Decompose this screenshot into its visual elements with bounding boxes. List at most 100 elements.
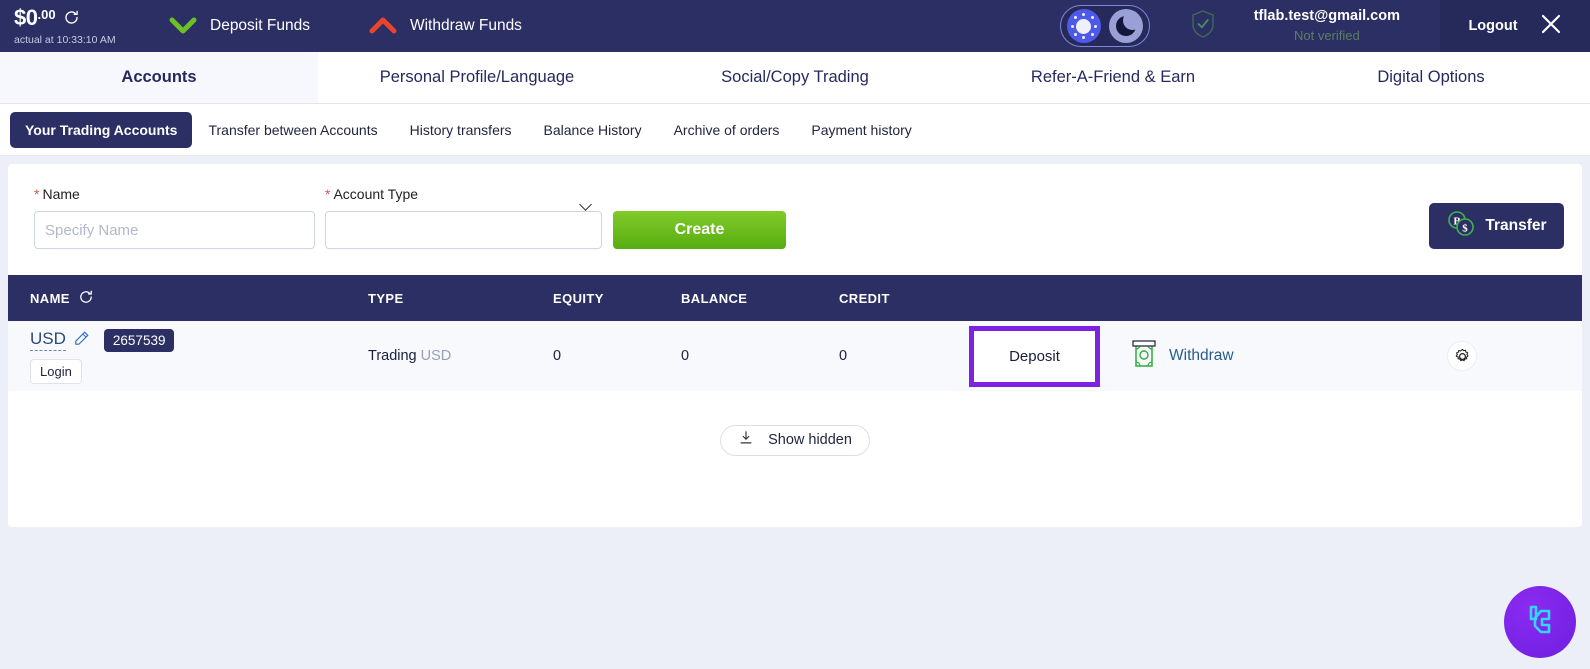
nav-item-digital-options[interactable]: Digital Options <box>1272 52 1590 103</box>
create-account-form: *Name *Account Type Create B <box>8 164 1582 275</box>
nav-label: Refer-A-Friend & Earn <box>1030 68 1196 86</box>
tab-label: Balance History <box>543 121 642 138</box>
chat-logo-icon <box>1520 600 1560 645</box>
row-deposit-cell: Deposit <box>969 325 1129 387</box>
balance-timestamp: actual at 10:33:10 AM <box>14 33 116 46</box>
withdraw-button[interactable]: Withdraw <box>1129 337 1369 375</box>
row-type-cell: Trading USD <box>368 348 553 364</box>
account-type-label: * Account Type <box>325 186 419 202</box>
account-type-select[interactable] <box>325 211 602 249</box>
column-header-name: NAME <box>8 289 368 308</box>
nav-item-personal-profile[interactable]: Personal Profile/Language <box>318 52 636 103</box>
nav-item-accounts[interactable]: Accounts <box>0 52 318 103</box>
tab-history-transfers[interactable]: History transfers <box>394 112 528 148</box>
tab-payment-history[interactable]: Payment history <box>795 112 927 148</box>
nav-item-social-copy-trading[interactable]: Social/Copy Trading <box>636 52 954 103</box>
row-name-cell: USD 2657539 Login <box>8 328 368 384</box>
account-info[interactable]: tflab.test@gmail.com Not verified <box>1254 7 1400 44</box>
login-button[interactable]: Login <box>30 358 82 384</box>
deposit-funds-label: Deposit Funds <box>210 17 310 34</box>
banknote-icon <box>1129 337 1159 375</box>
balance-block: $0 .00 actual at 10:33:10 AM <box>0 4 140 46</box>
theme-light-option[interactable] <box>1063 8 1105 44</box>
tab-balance-history[interactable]: Balance History <box>528 112 658 148</box>
row-credit-cell: 0 <box>839 348 848 364</box>
download-tray-icon <box>738 430 754 450</box>
row-settings-cell <box>1369 341 1549 371</box>
withdraw-label: Withdraw <box>1169 347 1234 364</box>
nav-label: Digital Options <box>1377 68 1485 86</box>
column-label: NAME <box>30 290 70 306</box>
logout-button[interactable]: Logout <box>1440 0 1590 52</box>
refresh-icon[interactable] <box>78 289 94 308</box>
verification-status: Not verified <box>1293 28 1360 43</box>
top-header-bar: $0 .00 actual at 10:33:10 AM Deposit Fun… <box>0 0 1590 52</box>
gear-icon[interactable] <box>1447 341 1477 371</box>
deposit-highlight-box: Deposit <box>969 325 1100 387</box>
deposit-button[interactable]: Deposit <box>1009 348 1060 365</box>
chevron-down-green-icon <box>168 17 198 35</box>
page-content: *Name *Account Type Create B <box>0 156 1590 527</box>
nav-label: Social/Copy Trading <box>721 68 869 86</box>
bitcoin-dollar-coins-icon: B $ <box>1446 210 1476 243</box>
column-header-credit: CREDIT <box>839 290 890 306</box>
chat-widget-button[interactable] <box>1504 586 1576 658</box>
required-marker: * <box>34 186 40 202</box>
tab-label: Archive of orders <box>673 121 780 138</box>
nav-item-refer-a-friend[interactable]: Refer-A-Friend & Earn <box>954 52 1272 103</box>
accounts-card: *Name *Account Type Create B <box>8 164 1582 527</box>
column-header-balance: BALANCE <box>681 290 748 306</box>
transfer-button-label: Transfer <box>1485 217 1547 234</box>
column-header-type: TYPE <box>368 290 404 306</box>
account-email: tflab.test@gmail.com <box>1253 8 1400 25</box>
account-type-value: Trading <box>368 348 417 364</box>
column-header-equity: EQUITY <box>553 290 604 306</box>
edit-pencil-icon[interactable] <box>74 330 90 350</box>
moon-icon <box>1108 9 1143 43</box>
tab-archive-of-orders[interactable]: Archive of orders <box>658 112 796 148</box>
table-row: USD 2657539 Login Trading USD 0 0 0 Depo… <box>8 321 1582 391</box>
shield-check-icon <box>1190 9 1216 44</box>
balance-cents: .00 <box>37 6 56 22</box>
theme-toggle[interactable] <box>1059 5 1150 47</box>
withdraw-funds-button[interactable]: Withdraw Funds <box>368 17 522 35</box>
transfer-button[interactable]: B $ Transfer <box>1429 203 1564 249</box>
tab-label: Transfer between Accounts <box>208 121 378 138</box>
close-icon[interactable] <box>1540 13 1562 40</box>
name-input[interactable] <box>34 211 315 249</box>
tab-transfer-between-accounts[interactable]: Transfer between Accounts <box>192 112 393 148</box>
refresh-icon[interactable] <box>63 9 80 30</box>
show-hidden-label: Show hidden <box>768 432 852 448</box>
tab-label: Your Trading Accounts <box>25 121 178 138</box>
tab-your-trading-accounts[interactable]: Your Trading Accounts <box>10 111 193 148</box>
name-label: * Name <box>34 186 80 202</box>
logout-label: Logout <box>1468 18 1518 34</box>
svg-text:$: $ <box>1463 222 1469 234</box>
tab-label: Payment history <box>811 121 912 138</box>
create-button[interactable]: Create <box>613 211 786 249</box>
sub-navigation: Your Trading Accounts Transfer between A… <box>0 104 1590 156</box>
nav-label: Accounts <box>121 68 197 86</box>
row-balance-cell: 0 <box>681 348 690 364</box>
show-hidden-button[interactable]: Show hidden <box>720 424 870 456</box>
create-button-label: Create <box>674 221 725 238</box>
account-type-currency: USD <box>420 348 452 364</box>
balance-amount: $0 <box>14 4 38 30</box>
account-name[interactable]: USD <box>30 329 66 351</box>
account-type-field-group: * Account Type <box>325 186 602 249</box>
row-equity-cell: 0 <box>553 348 562 364</box>
tab-label: History transfers <box>409 121 512 138</box>
account-number-badge: 2657539 <box>103 328 175 352</box>
main-navigation: Accounts Personal Profile/Language Socia… <box>0 52 1590 104</box>
withdraw-funds-label: Withdraw Funds <box>409 17 522 34</box>
show-hidden-section: Show hidden <box>8 391 1582 489</box>
name-field-group: * Name <box>34 186 315 249</box>
login-button-label: Login <box>40 363 72 379</box>
theme-dark-option[interactable] <box>1105 8 1147 44</box>
required-marker: * <box>325 186 331 202</box>
card-footer-spacer <box>8 489 1582 527</box>
chevron-up-red-icon <box>368 17 398 35</box>
deposit-funds-button[interactable]: Deposit Funds <box>168 17 310 35</box>
accounts-table-header: NAME TYPE EQUITY BALANCE CREDIT <box>8 275 1582 321</box>
sun-icon <box>1066 9 1101 43</box>
